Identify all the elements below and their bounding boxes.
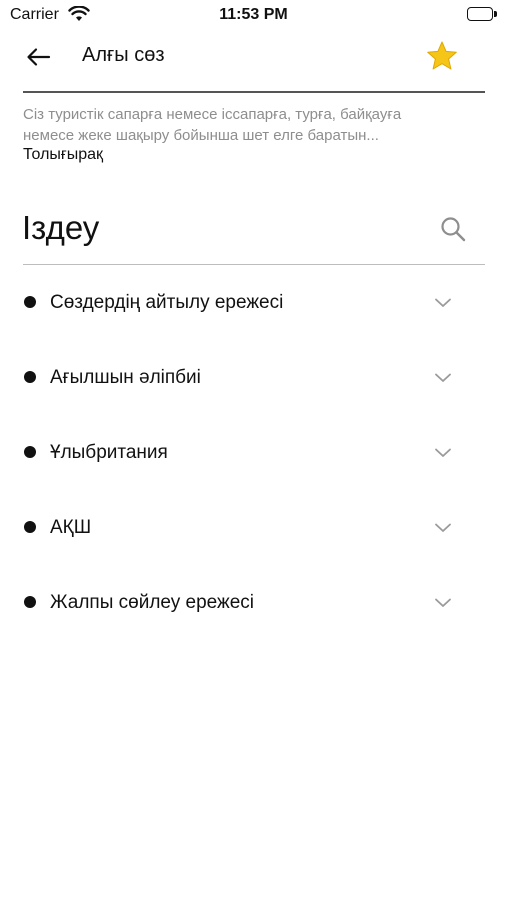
page-title: Алғы сөз <box>82 44 165 66</box>
bullet-icon <box>24 446 36 458</box>
list-item[interactable]: Сөздердің айтылу ережесі <box>0 265 507 325</box>
list-item-label: Ағылшын әліпбиі <box>50 367 201 388</box>
list-item[interactable]: Ұлыбритания <box>0 415 507 475</box>
intro-line-1: Сіз туристік сапарға немесе іссапарға, т… <box>23 106 402 123</box>
list-item-label: АҚШ <box>50 517 92 538</box>
read-more-link[interactable]: Толығырақ <box>23 146 103 164</box>
list-item-label: Жалпы сөйлеу ережесі <box>50 592 255 613</box>
bullet-icon <box>24 521 36 533</box>
battery-icon <box>467 7 497 21</box>
chevron-down-icon[interactable] <box>434 521 452 533</box>
navigation-bar: Алғы сөз <box>0 30 507 90</box>
list-item-label: Ұлыбритания <box>50 442 168 463</box>
list-item[interactable]: АҚШ <box>0 490 507 550</box>
list-item[interactable]: Ағылшын әліпбиі <box>0 340 507 400</box>
intro-text: Сіз туристік сапарға немесе іссапарға, т… <box>23 104 485 146</box>
clock: 11:53 PM <box>219 6 288 23</box>
star-icon[interactable] <box>425 39 459 73</box>
bullet-icon <box>24 596 36 608</box>
chevron-down-icon[interactable] <box>434 596 452 608</box>
status-bar: Carrier 11:53 PM <box>0 0 507 30</box>
list-item-label: Сөздердің айтылу ережесі <box>50 292 284 313</box>
search-heading: Іздеу <box>22 209 100 246</box>
header-divider <box>23 91 485 93</box>
search-icon[interactable] <box>439 215 467 243</box>
chevron-down-icon[interactable] <box>434 296 452 308</box>
chevron-down-icon[interactable] <box>434 371 452 383</box>
chevron-down-icon[interactable] <box>434 446 452 458</box>
bullet-icon <box>24 296 36 308</box>
intro-line-2: немесе жеке шақыру бойынша шет елге бара… <box>23 127 379 144</box>
bullet-icon <box>24 371 36 383</box>
arrow-left-icon[interactable] <box>22 40 56 74</box>
list-item[interactable]: Жалпы сөйлеу ережесі <box>0 565 507 625</box>
